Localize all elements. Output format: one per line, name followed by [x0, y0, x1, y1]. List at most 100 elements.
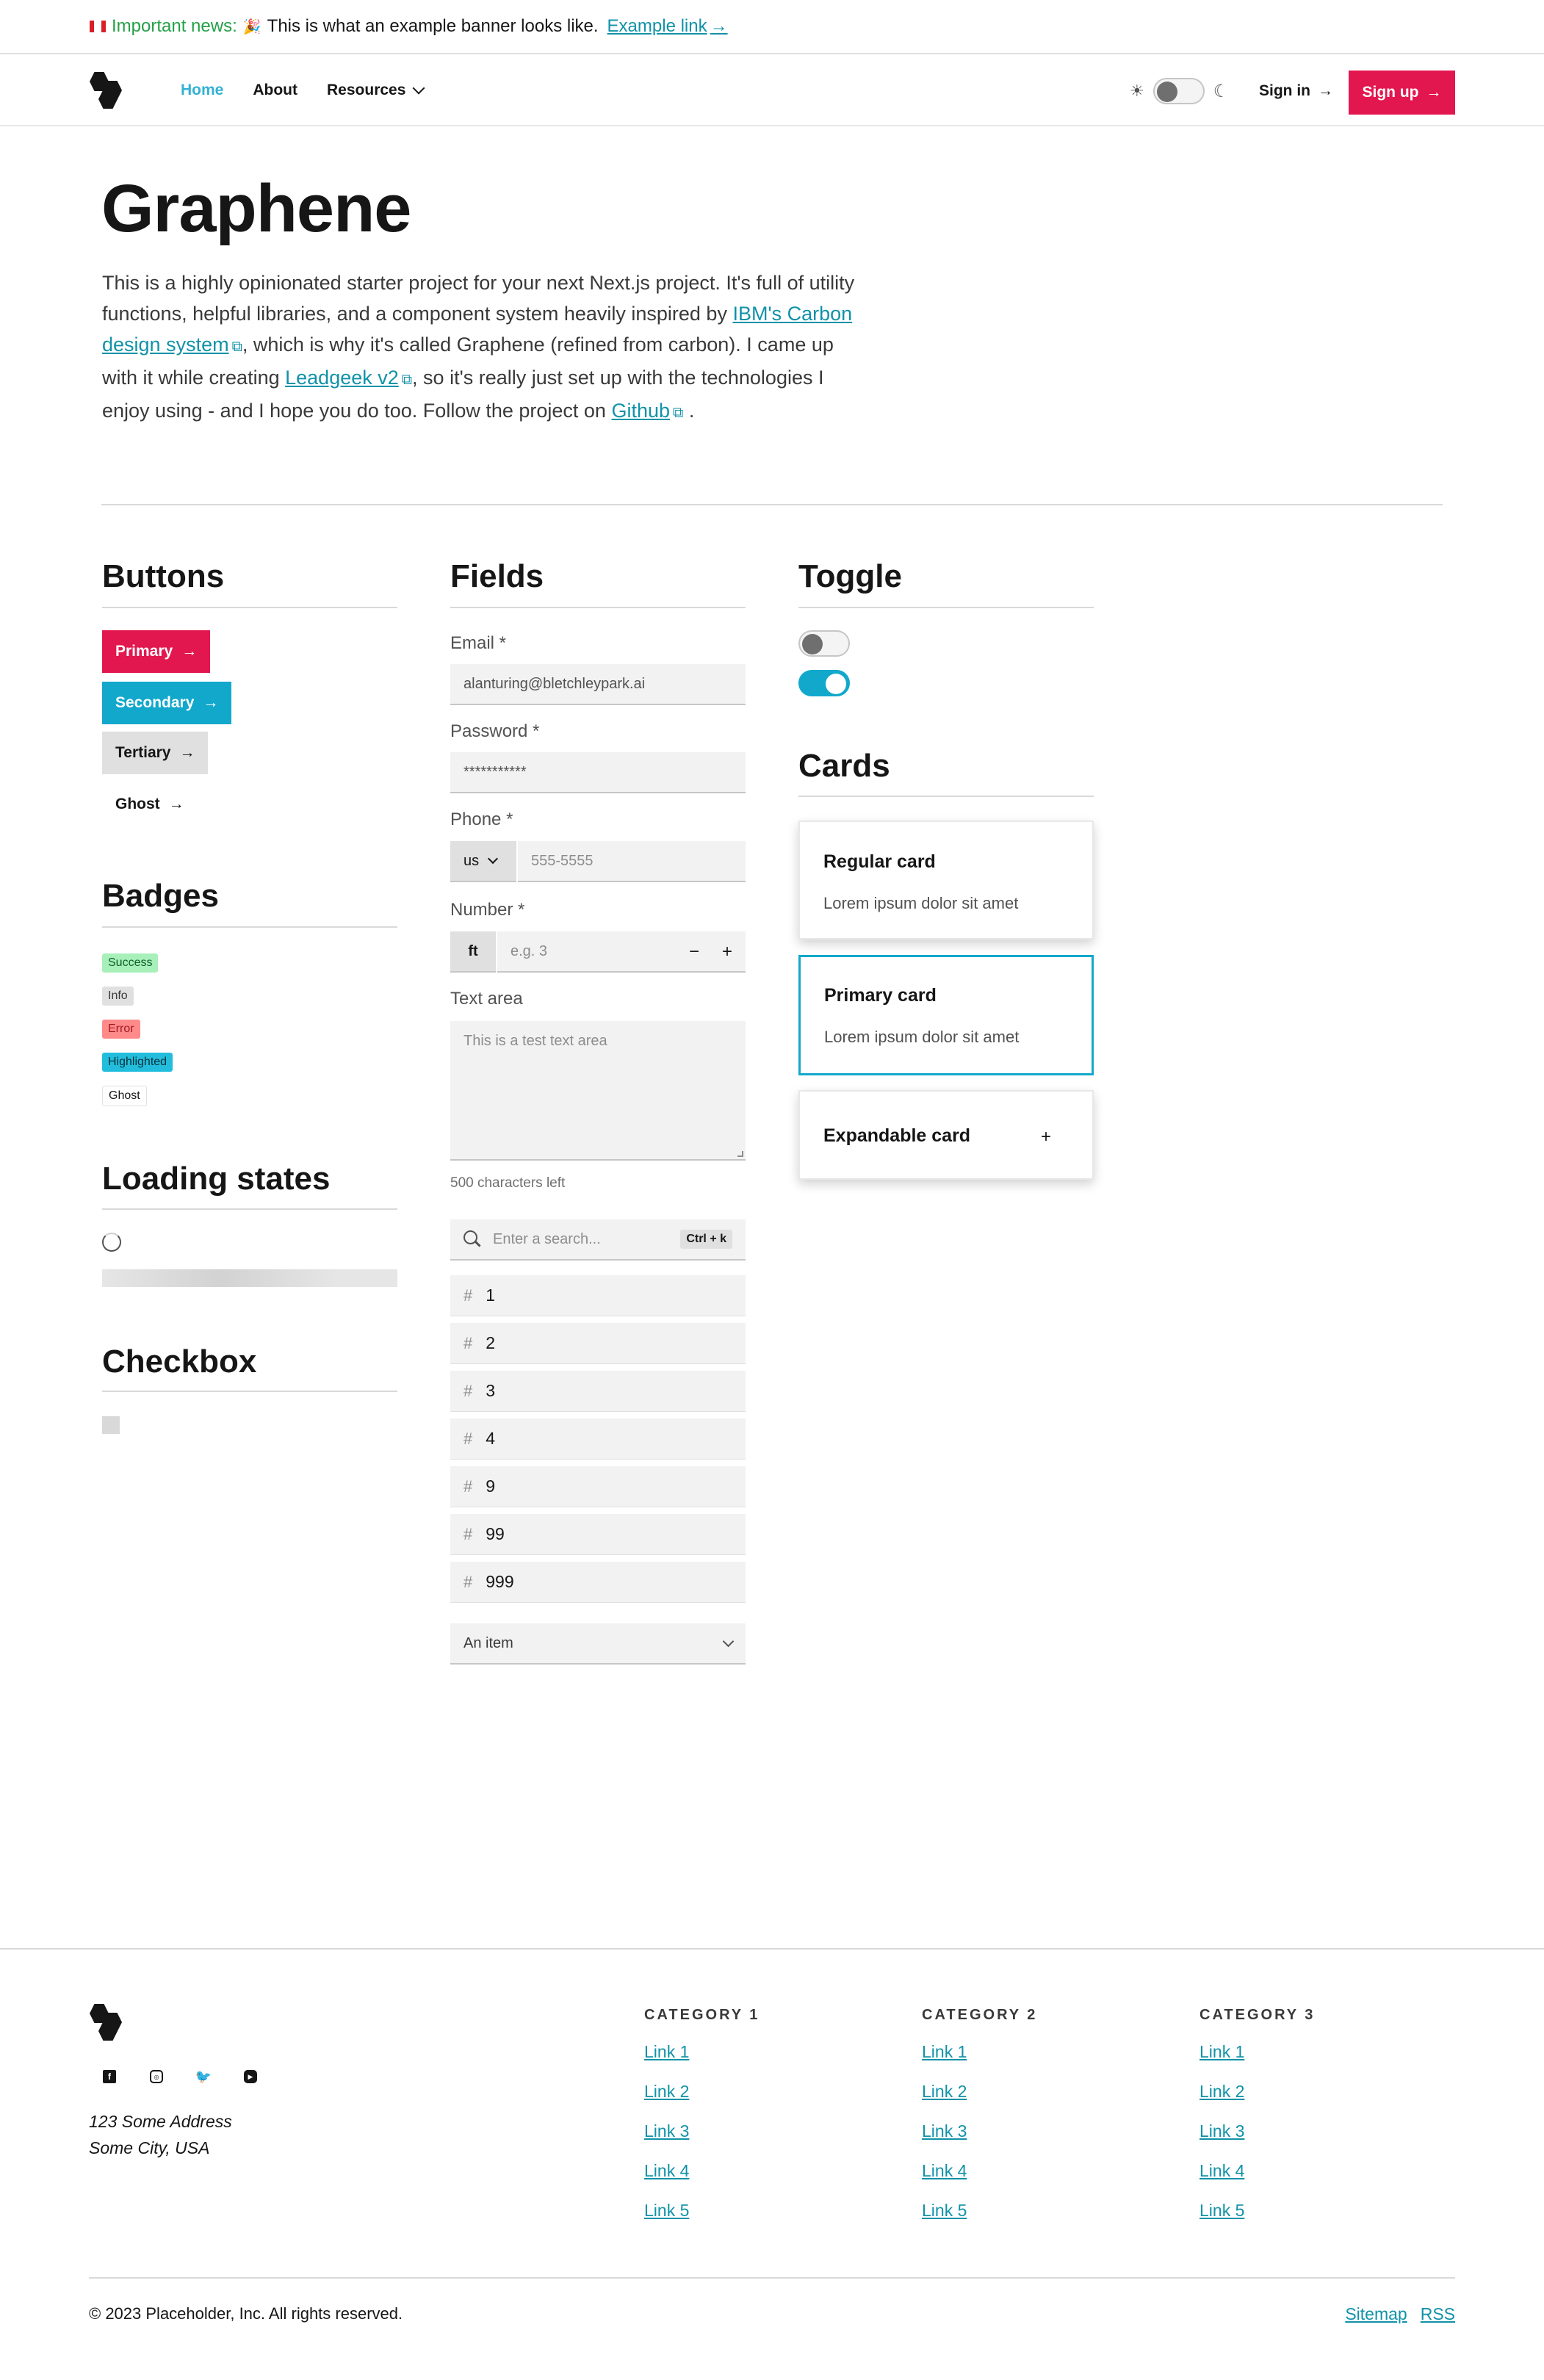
footer-link[interactable]: Link 3 [922, 2121, 967, 2141]
announcement-banner: Important news : 🎉 This is what an examp… [0, 0, 1544, 54]
footer-link[interactable]: Link 1 [644, 2042, 689, 2062]
number-row[interactable]: #9 [450, 1466, 746, 1507]
footer-link[interactable]: Link 5 [922, 2201, 967, 2221]
phone-label: Phone * [450, 809, 513, 829]
footer-link[interactable]: Link 3 [1200, 2121, 1244, 2141]
divider [798, 796, 1094, 797]
badges-heading: Badges [102, 878, 219, 914]
divider [102, 607, 397, 608]
secondary-button[interactable]: Secondary → [102, 682, 232, 724]
success-badge: Success [102, 953, 159, 973]
graphene-logo-icon[interactable] [88, 2002, 125, 2041]
country-code-select[interactable]: us [450, 841, 516, 882]
expand-plus-icon[interactable]: + [1041, 1127, 1051, 1147]
github-link[interactable]: Github [611, 400, 670, 422]
number-label: Number * [450, 900, 525, 920]
number-value: 999 [486, 1572, 514, 1591]
nav-home[interactable]: Home [181, 82, 223, 99]
email-label: Email * [450, 633, 507, 653]
twitter-icon[interactable]: 🐦 [195, 2069, 212, 2084]
keyboard-shortcut: Ctrl + k [680, 1230, 732, 1249]
primary-button[interactable]: Primary → [102, 630, 211, 673]
number-row[interactable]: #99 [450, 1514, 746, 1555]
chevron-down-icon [722, 1635, 735, 1647]
instagram-icon[interactable]: ◎ [150, 2070, 163, 2083]
theme-toggle[interactable] [1152, 78, 1205, 104]
search-placeholder: Enter a search... [493, 1230, 601, 1247]
footer-link[interactable]: Link 1 [922, 2042, 967, 2062]
text-area[interactable]: This is a test text area [450, 1021, 746, 1161]
footer-link[interactable]: Link 2 [644, 2082, 689, 2102]
banner-link[interactable]: Example link → [607, 16, 728, 37]
youtube-icon[interactable]: ▶ [244, 2070, 257, 2083]
number-row[interactable]: #1 [450, 1275, 746, 1316]
category-2-title: CATEGORY 2 [922, 2007, 1038, 2023]
item-select[interactable]: An item [450, 1623, 746, 1665]
regular-card[interactable]: Regular card Lorem ipsum dolor sit amet [798, 821, 1094, 940]
toggle-heading: Toggle [798, 558, 902, 594]
primary-card[interactable]: Primary card Lorem ipsum dolor sit amet [798, 955, 1094, 1075]
arrow-right-icon: → [179, 744, 195, 761]
hash-icon: # [463, 1524, 473, 1543]
nav-about[interactable]: About [253, 82, 297, 99]
checkbox[interactable] [102, 1416, 120, 1434]
social-links: f ◎ 🐦 ▶ [103, 2069, 257, 2084]
ghost-button[interactable]: Ghost → [102, 783, 198, 826]
number-value: 4 [486, 1429, 496, 1448]
ghost-badge: Ghost [102, 1086, 147, 1106]
footer-link[interactable]: Link 3 [644, 2121, 689, 2141]
footer-link[interactable]: Link 5 [1200, 2201, 1244, 2221]
resize-handle-icon[interactable] [737, 1151, 743, 1157]
checkbox-heading: Checkbox [102, 1344, 257, 1380]
sign-in-label: Sign in [1259, 82, 1310, 99]
phone-field[interactable]: 555-5555 [518, 841, 746, 882]
textarea-placeholder: This is a test text area [463, 1033, 607, 1049]
graphene-logo-icon[interactable] [88, 71, 125, 109]
theme-switcher: ☀ ☾ [1130, 75, 1229, 107]
footer-link[interactable]: Link 2 [1200, 2082, 1244, 2102]
number-row[interactable]: #999 [450, 1562, 746, 1603]
external-link-icon: ⧉ [673, 405, 684, 421]
nav-resources[interactable]: Resources [327, 82, 425, 99]
increment-button[interactable]: + [722, 942, 732, 962]
search-icon [463, 1230, 481, 1248]
sign-up-button[interactable]: Sign up → [1349, 71, 1455, 115]
leadgeek-link[interactable]: Leadgeek v2 [285, 367, 399, 389]
toggle-switch-off[interactable] [798, 630, 850, 657]
search-input[interactable]: Enter a search... Ctrl + k [450, 1219, 746, 1261]
card-body: Lorem ipsum dolor sit amet [824, 1028, 1020, 1046]
sign-in-button[interactable]: Sign in → [1259, 75, 1333, 107]
number-field[interactable]: e.g. 3 [497, 931, 746, 973]
page-title: Graphene [101, 171, 411, 246]
password-field[interactable]: *********** [450, 752, 746, 793]
hero-description: This is a highly opinionated starter pro… [102, 267, 866, 428]
arrow-right-icon: → [1426, 84, 1442, 101]
footer-link[interactable]: Link 4 [922, 2161, 967, 2181]
category-1-title: CATEGORY 1 [644, 2007, 760, 2023]
footer-link[interactable]: Link 5 [644, 2201, 689, 2221]
banner-separator: : [232, 16, 237, 36]
rss-link[interactable]: RSS [1421, 2304, 1455, 2324]
footer-link[interactable]: Link 4 [644, 2161, 689, 2181]
divider [798, 607, 1094, 608]
facebook-icon[interactable]: f [103, 2070, 116, 2083]
cards-heading: Cards [798, 748, 890, 784]
toggle-switch-on[interactable] [798, 670, 850, 696]
expandable-card[interactable]: Expandable card + [798, 1090, 1094, 1180]
divider [102, 926, 397, 928]
number-value: 2 [486, 1333, 496, 1352]
number-row[interactable]: #3 [450, 1371, 746, 1412]
highlighted-badge: Highlighted [102, 1053, 173, 1072]
footer-link[interactable]: Link 2 [922, 2082, 967, 2102]
tertiary-button[interactable]: Tertiary → [102, 732, 209, 774]
email-field[interactable]: alanturing@bletchleypark.ai [450, 664, 746, 705]
number-row[interactable]: #4 [450, 1418, 746, 1460]
footer-link[interactable]: Link 1 [1200, 2042, 1244, 2062]
footer-link[interactable]: Link 4 [1200, 2161, 1244, 2181]
decrement-button[interactable]: − [689, 942, 699, 962]
sitemap-link[interactable]: Sitemap [1345, 2304, 1407, 2324]
footer-divider [89, 2277, 1455, 2279]
number-row[interactable]: #2 [450, 1323, 746, 1364]
textarea-label: Text area [450, 989, 523, 1009]
category-3-title: CATEGORY 3 [1200, 2007, 1316, 2023]
